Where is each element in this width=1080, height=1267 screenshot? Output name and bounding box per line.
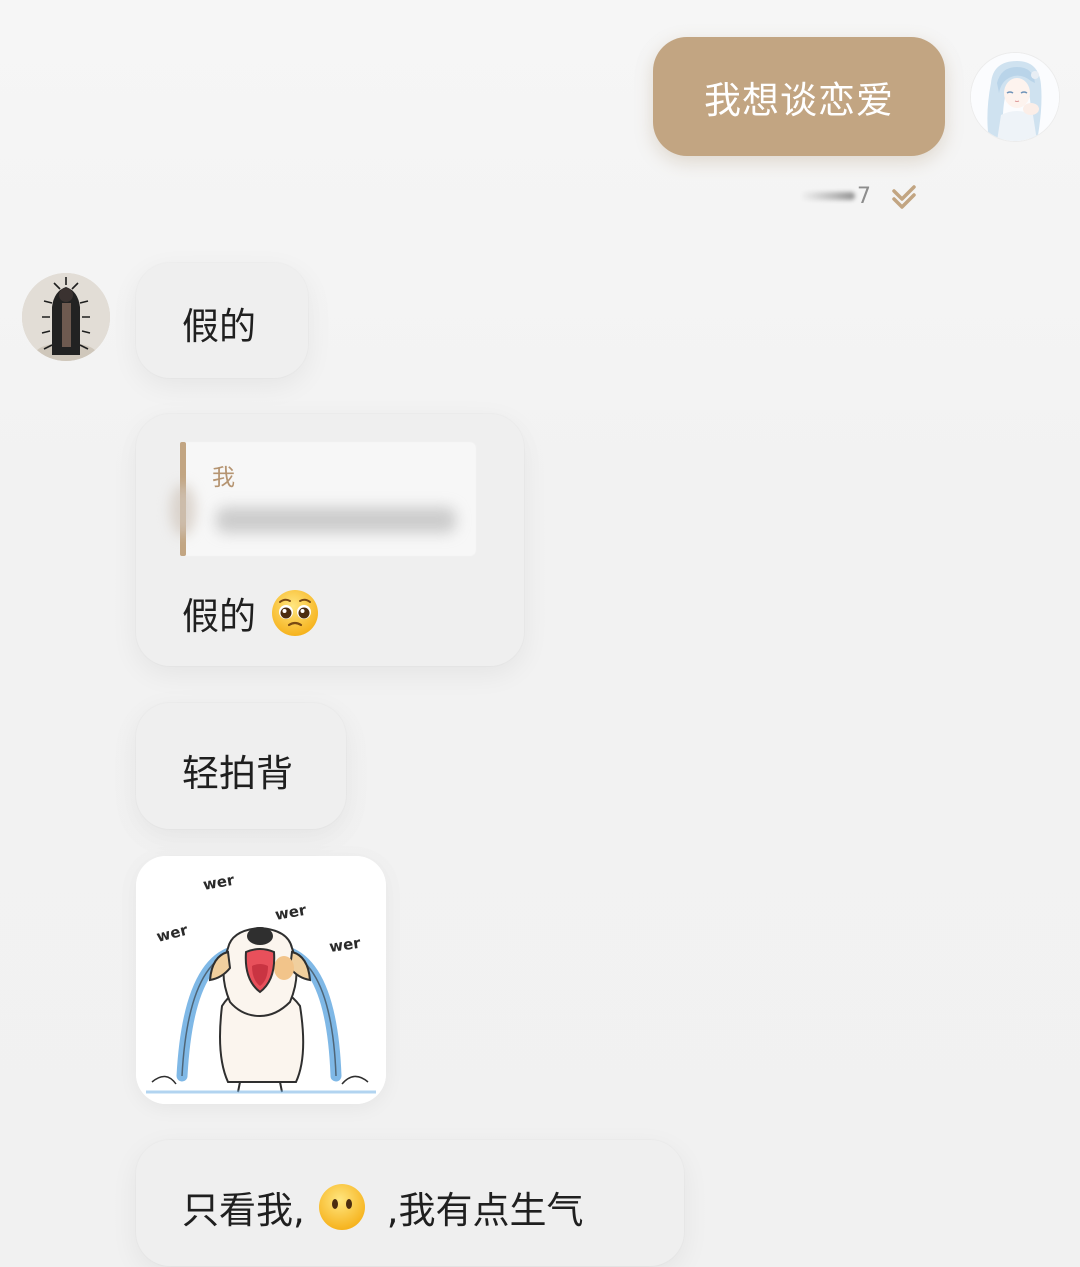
message-status: 7 — [800, 180, 919, 212]
pleading-face-emoji-icon — [272, 590, 318, 636]
reply-message-bubble[interactable]: 我 假的 — [136, 414, 524, 666]
message-text-after-emoji: ,我有点生气 — [386, 1189, 584, 1232]
message-text: 轻拍背 — [182, 752, 293, 795]
incoming-message-bubble[interactable]: 只看我, ,我有点生气 — [136, 1140, 684, 1266]
face-without-mouth-emoji-icon — [318, 1184, 365, 1230]
self-avatar[interactable] — [971, 53, 1059, 141]
message-text-row: 只看我, ,我有点生气 — [182, 1180, 584, 1234]
reply-text-row: 假的 — [182, 586, 320, 640]
dog-crying-sticker[interactable]: wer wer wer wer — [136, 856, 386, 1104]
message-time: 7 — [857, 183, 871, 209]
outgoing-message-bubble[interactable]: 我想谈恋爱 — [653, 37, 945, 156]
message-text: 假的 — [182, 305, 256, 348]
quote-author: 我 — [212, 465, 235, 491]
incoming-message-bubble[interactable]: 轻拍背 — [136, 703, 346, 829]
sticker-illustration: wer wer wer wer — [136, 856, 386, 1104]
quote-redaction-mark — [170, 484, 196, 536]
quoted-text-redacted — [216, 507, 456, 533]
message-text-before-emoji: 只看我, — [182, 1189, 305, 1232]
incoming-message-bubble[interactable]: 假的 — [136, 263, 308, 378]
message-time-redacted — [800, 192, 855, 200]
outgoing-message-text: 我想谈恋爱 — [704, 78, 894, 122]
double-check-icon — [892, 185, 916, 209]
message-text: 假的 — [182, 595, 256, 638]
peer-avatar[interactable] — [22, 273, 110, 361]
